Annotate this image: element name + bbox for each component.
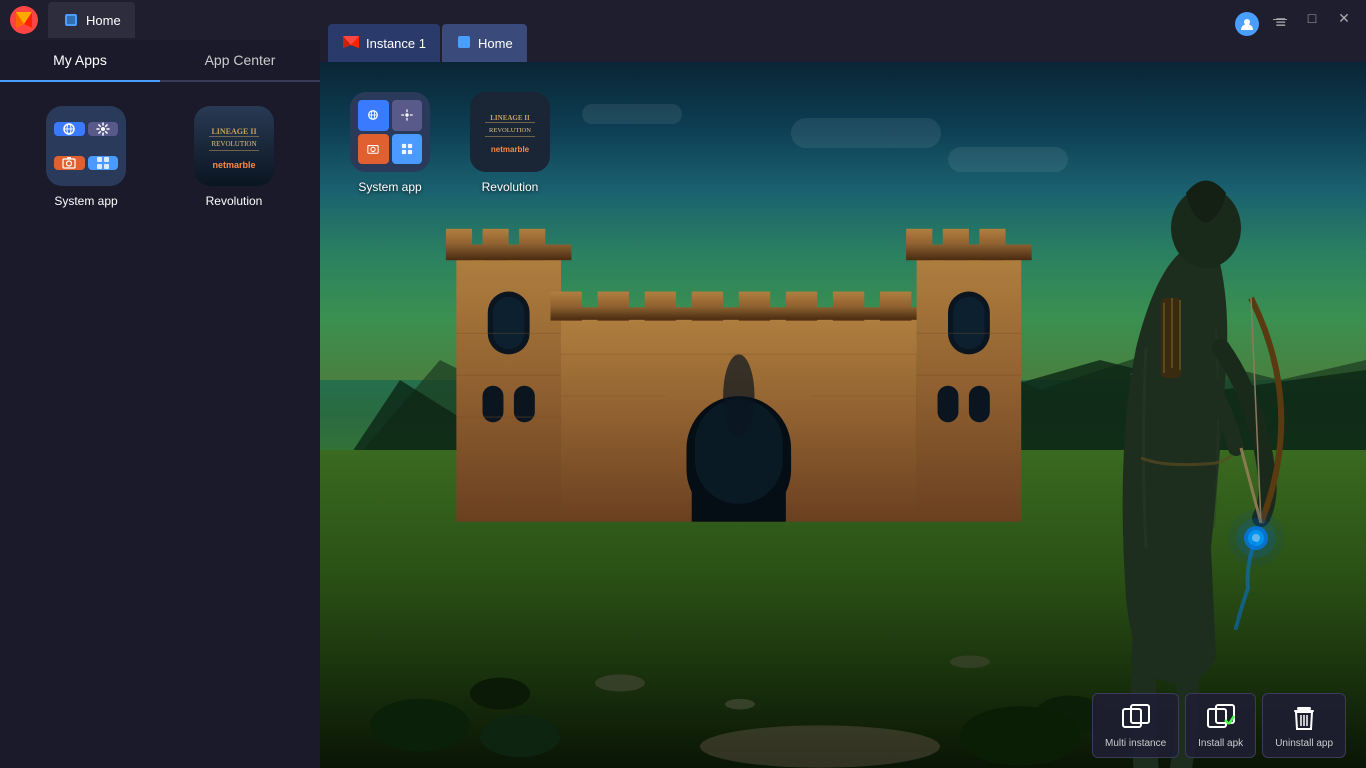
game-icon-apps [392,134,423,165]
uninstall-app-label: Uninstall app [1275,738,1333,749]
archer-svg [1066,148,1366,768]
profile-icon[interactable] [1235,12,1259,36]
game-revolution-icon: LINEAGE II REVOLUTION netmarble [470,92,550,172]
title-bar: Home [0,0,320,40]
svg-text:netmarble: netmarble [491,145,530,154]
game-icon-settings [392,100,423,131]
home-tab-instance[interactable]: Home [442,24,527,62]
svg-text:LINEAGE II: LINEAGE II [211,127,256,136]
svg-text:REVOLUTION: REVOLUTION [211,140,256,148]
app-grid: System app LINEAG [0,82,320,228]
game-icon-globe [358,100,389,131]
icon-cell-settings [88,122,119,136]
system-app-label: System app [54,194,117,208]
sidebar-tabs: My Apps App Center [0,40,320,82]
instance-tab-icon [342,33,360,54]
list-item[interactable]: LINEAGE II REVOLUTION netmarble Revoluti… [168,106,300,208]
bluestacks-logo [6,2,42,38]
home-tab-icon [62,11,80,29]
system-app-icon [46,106,126,186]
uninstall-app-icon [1288,702,1320,734]
minimize-button[interactable]: — [1270,8,1290,28]
main-window: Home My Apps App Center [0,0,1366,768]
install-apk-label: Install apk [1198,738,1243,749]
revolution-app-icon: LINEAGE II REVOLUTION netmarble [194,106,274,186]
home-tab-instance-label: Home [478,36,513,51]
svg-text:REVOLUTION: REVOLUTION [489,127,531,134]
game-app-icons: System app LINEAGE II REVOLUTION netmarb… [350,92,550,194]
my-apps-tab[interactable]: My Apps [0,40,160,80]
icon-cell-globe [54,122,85,136]
game-app-item[interactable]: System app [350,92,430,194]
instance-window: Instance 1 Home ≡ — □ ✕ [320,0,1366,768]
uninstall-app-button[interactable]: Uninstall app [1262,693,1346,758]
multi-instance-icon [1120,702,1152,734]
game-revolution-label: Revolution [482,180,539,194]
bottom-toolbar: Multi instance Install apk [1092,693,1346,758]
maximize-button[interactable]: □ [1302,8,1322,28]
home-tab-instance-icon [456,34,472,53]
list-item[interactable]: System app [20,106,152,208]
instance-title-bar: Instance 1 Home ≡ — □ ✕ [320,0,1366,62]
install-apk-icon [1205,702,1237,734]
close-button[interactable]: ✕ [1334,8,1354,28]
game-system-app-label: System app [358,180,421,194]
game-app-item[interactable]: LINEAGE II REVOLUTION netmarble Revoluti… [470,92,550,194]
multi-instance-label: Multi instance [1105,738,1166,749]
window-controls: — □ ✕ [1270,8,1354,28]
game-system-app-icon [350,92,430,172]
sidebar: My Apps App Center [0,40,320,768]
instance-tab[interactable]: Instance 1 [328,24,440,62]
svg-text:LINEAGE II: LINEAGE II [490,114,530,122]
icon-cell-camera [54,156,85,170]
multi-instance-button[interactable]: Multi instance [1092,693,1179,758]
instance-tab-label: Instance 1 [366,36,426,51]
game-icon-camera [358,134,389,165]
app-center-tab[interactable]: App Center [160,40,320,80]
svg-text:netmarble: netmarble [212,160,255,170]
install-apk-button[interactable]: Install apk [1185,693,1256,758]
game-content: System app LINEAGE II REVOLUTION netmarb… [320,62,1366,768]
revolution-app-label: Revolution [206,194,263,208]
home-tab-label: Home [86,13,121,28]
icon-cell-apps [88,156,119,170]
home-tab-main[interactable]: Home [48,2,135,38]
